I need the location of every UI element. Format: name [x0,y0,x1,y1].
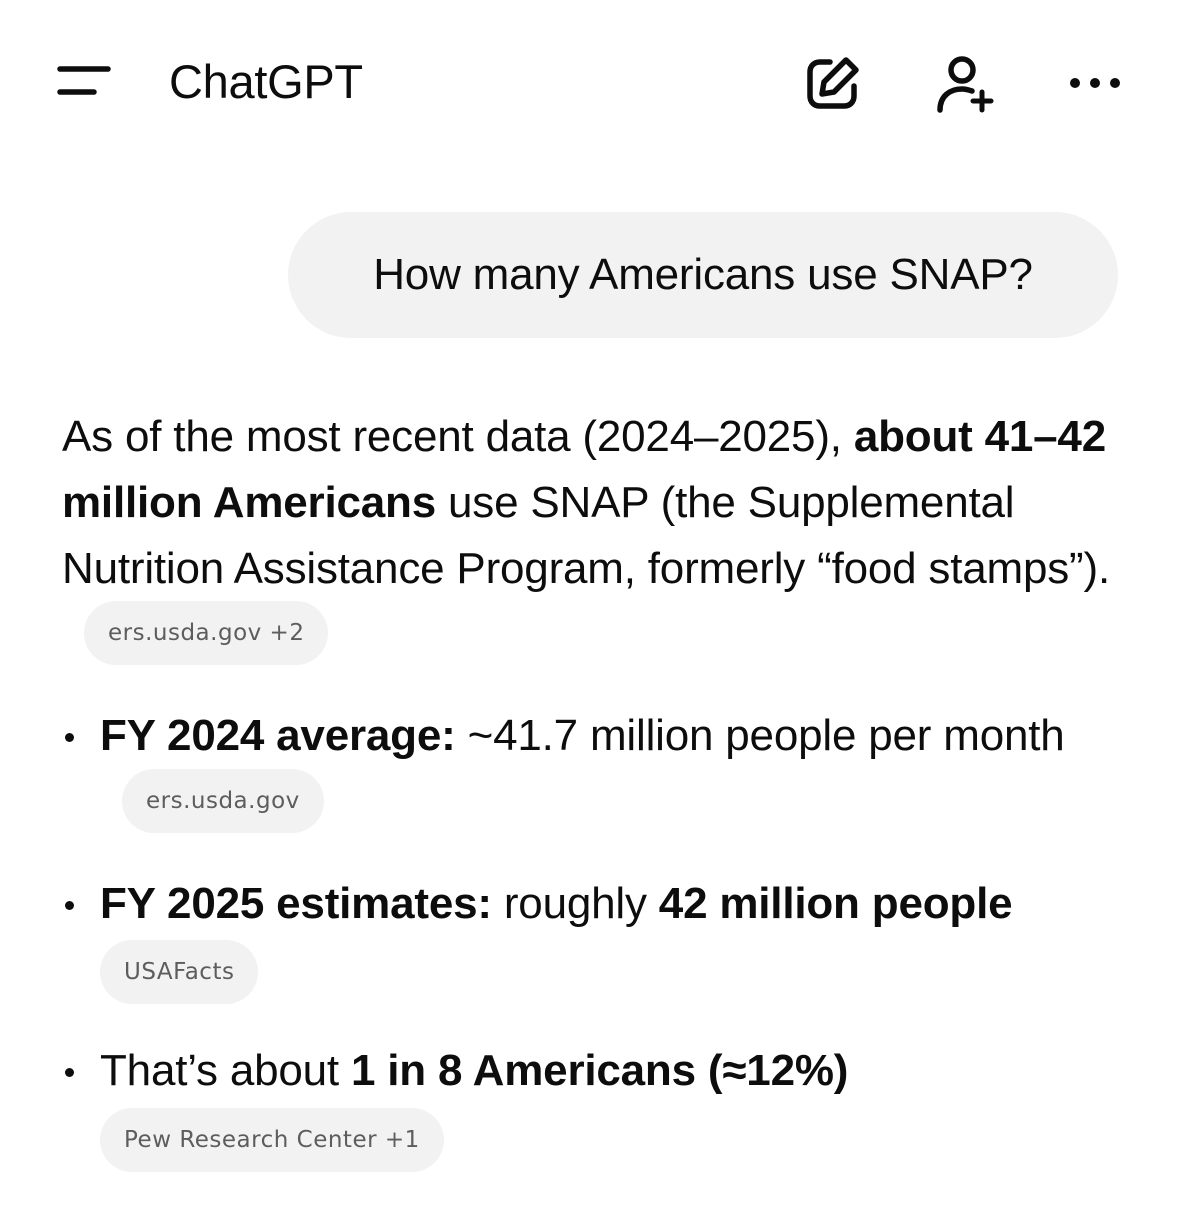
source-chip[interactable]: ers.usda.gov +2 [84,601,329,666]
bullet-dot [65,900,74,910]
source-chip[interactable]: Pew Research Center +1 [100,1107,444,1172]
user-message-text: How many Americans use SNAP? [373,250,1033,299]
list-item: FY 2025 estimates: roughly 42 million pe… [62,871,1142,1005]
app-title: ChatGPT [169,55,363,108]
bullet-text: ~41.7 million people per month [455,711,1065,761]
source-chip[interactable]: USAFacts [100,940,259,1005]
bullet-dot [65,1068,74,1078]
menu-icon[interactable] [52,56,116,108]
list-item: That’s about 1 in 8 Americans (≈12%) Pew… [62,1038,1142,1172]
bullet-bold-text-2: 42 million people [658,878,1013,928]
source-chip-row: USAFacts [100,937,1142,1005]
list-item: FY 2024 average: ~41.7 million people pe… [62,703,1142,836]
source-chip[interactable]: ers.usda.gov [122,768,324,833]
intro-text-1: As of the most recent data (2024–2025), [62,412,854,461]
assistant-response: As of the most recent data (2024–2025), … [62,404,1142,1206]
new-chat-icon[interactable] [800,52,864,116]
source-chip-row: Pew Research Center +1 [100,1104,1142,1172]
response-intro: As of the most recent data (2024–2025), … [62,404,1142,669]
bullet-bold-text: FY 2024 average: [100,711,456,761]
top-bar: ChatGPT [0,0,1179,165]
bullet-text: roughly [491,878,659,928]
add-person-icon[interactable] [932,52,996,116]
bullet-bold-text: FY 2025 estimates: [100,878,492,928]
bullet-dot [65,733,74,743]
response-bullet-list: FY 2024 average: ~41.7 million people pe… [62,703,1142,1172]
more-icon[interactable] [1064,52,1128,116]
user-message-bubble: How many Americans use SNAP? [288,212,1118,338]
bullet-text: That’s about [100,1046,351,1096]
bullet-bold-text: 1 in 8 Americans (≈12%) [350,1046,849,1096]
